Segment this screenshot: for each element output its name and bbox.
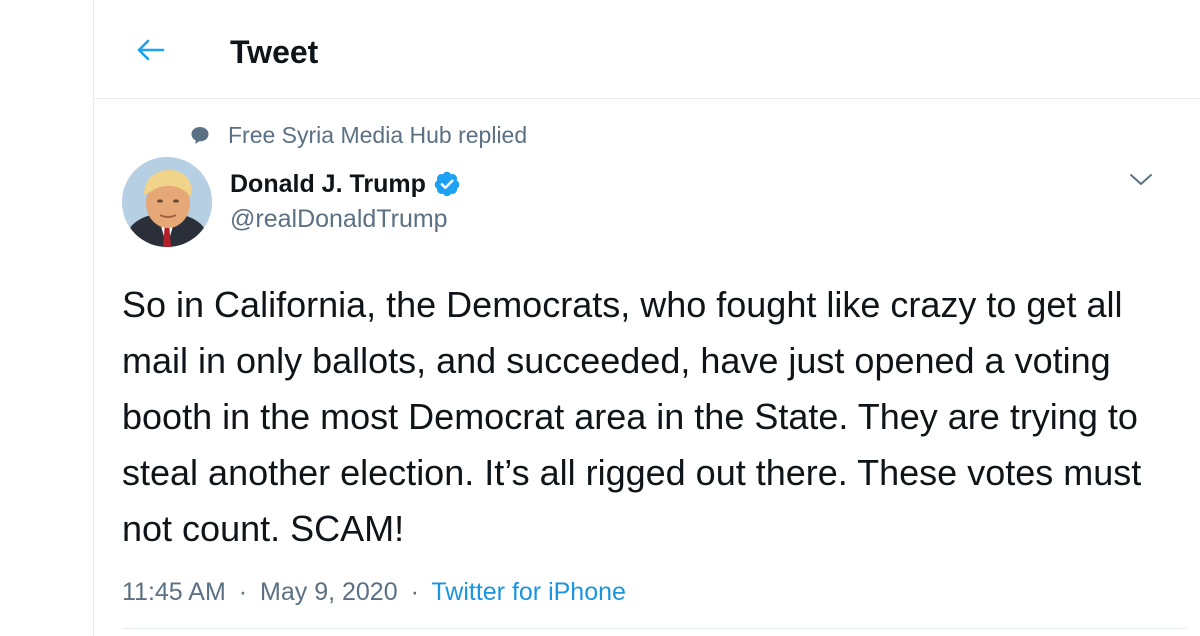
author-name: Donald J. Trump [230, 170, 426, 198]
tweet-text: So in California, the Democrats, who fou… [122, 284, 1142, 549]
page-title: Tweet [230, 34, 319, 70]
chevron-down-icon [1129, 173, 1153, 187]
speech-bubble-icon [190, 125, 210, 145]
tweet-source-link[interactable]: Twitter for iPhone [431, 578, 626, 606]
reply-context: Free Syria Media Hub replied [190, 120, 527, 150]
more-options-button[interactable] [1126, 165, 1156, 195]
arrow-left-icon [135, 38, 165, 62]
verified-badge-icon [433, 170, 461, 198]
reply-context-label: Free Syria Media Hub replied [228, 121, 528, 148]
divider [122, 628, 1186, 629]
avatar-portrait [122, 157, 212, 247]
tweet-metadata: 11:45 AM · May 9, 2020 · Twitter for iPh… [122, 575, 626, 609]
author-handle[interactable]: @realDonaldTrump [230, 203, 448, 235]
avatar[interactable] [122, 157, 212, 247]
header-bar: Tweet [94, 0, 1200, 99]
tweet-panel: Tweet Free Syria Media Hub replied Donal… [93, 0, 1200, 636]
tweet-time[interactable]: 11:45 AM [122, 578, 226, 606]
tweet-date[interactable]: May 9, 2020 [260, 578, 398, 606]
meta-separator: · [238, 578, 248, 606]
meta-separator: · [410, 578, 419, 606]
back-button[interactable] [132, 32, 168, 68]
author-name-link[interactable]: Donald J. Trump [230, 168, 461, 200]
